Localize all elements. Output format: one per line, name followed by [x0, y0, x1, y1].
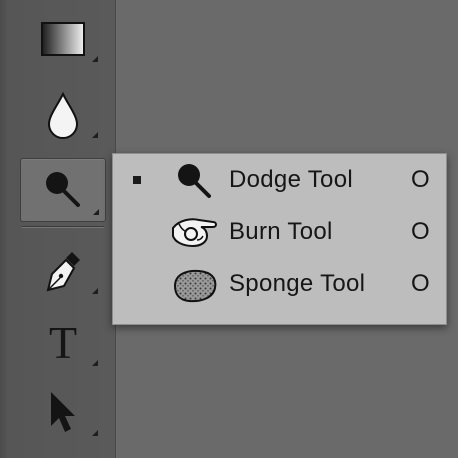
menu-item-label: Sponge Tool	[229, 270, 366, 297]
dodge-tool-button[interactable]	[20, 158, 106, 222]
dodge-icon	[178, 164, 211, 198]
toning-tools-flyout-menu: Dodge Tool O Burn Tool O Sponge Tool O	[112, 153, 447, 325]
tool-submenu-indicator	[92, 132, 98, 138]
toolbar-separator	[22, 226, 104, 228]
blur-tool-button[interactable]	[22, 86, 104, 144]
path-selection-tool-button[interactable]	[22, 384, 104, 442]
tool-submenu-indicator	[93, 209, 99, 215]
gradient-tool-button[interactable]	[22, 10, 104, 68]
menu-item-shortcut: O	[411, 270, 430, 297]
dodge-icon	[46, 172, 80, 207]
menu-item-burn-tool[interactable]: Burn Tool O	[113, 206, 446, 258]
menu-item-label: Burn Tool	[229, 218, 333, 245]
sponge-icon	[173, 269, 217, 303]
selected-bullet-icon	[133, 176, 141, 184]
tool-submenu-indicator	[92, 56, 98, 62]
pen-nib-icon	[46, 252, 80, 292]
pen-tool-button[interactable]	[22, 242, 104, 300]
menu-item-shortcut: O	[411, 166, 430, 193]
tool-submenu-indicator	[92, 360, 98, 366]
arrow-icon	[51, 392, 75, 432]
gradient-icon	[41, 22, 85, 56]
menu-item-dodge-tool[interactable]: Dodge Tool O	[113, 154, 446, 206]
menu-item-label: Dodge Tool	[229, 166, 353, 193]
blur-drop-icon	[47, 91, 79, 139]
menu-item-sponge-tool[interactable]: Sponge Tool O	[113, 258, 446, 310]
menu-item-shortcut: O	[411, 218, 430, 245]
type-icon: T	[48, 317, 78, 368]
tool-submenu-indicator	[92, 430, 98, 436]
burn-hand-icon	[172, 218, 217, 248]
type-tool-button[interactable]: T	[22, 314, 104, 372]
tools-panel: T	[0, 0, 116, 458]
tool-submenu-indicator	[92, 288, 98, 294]
